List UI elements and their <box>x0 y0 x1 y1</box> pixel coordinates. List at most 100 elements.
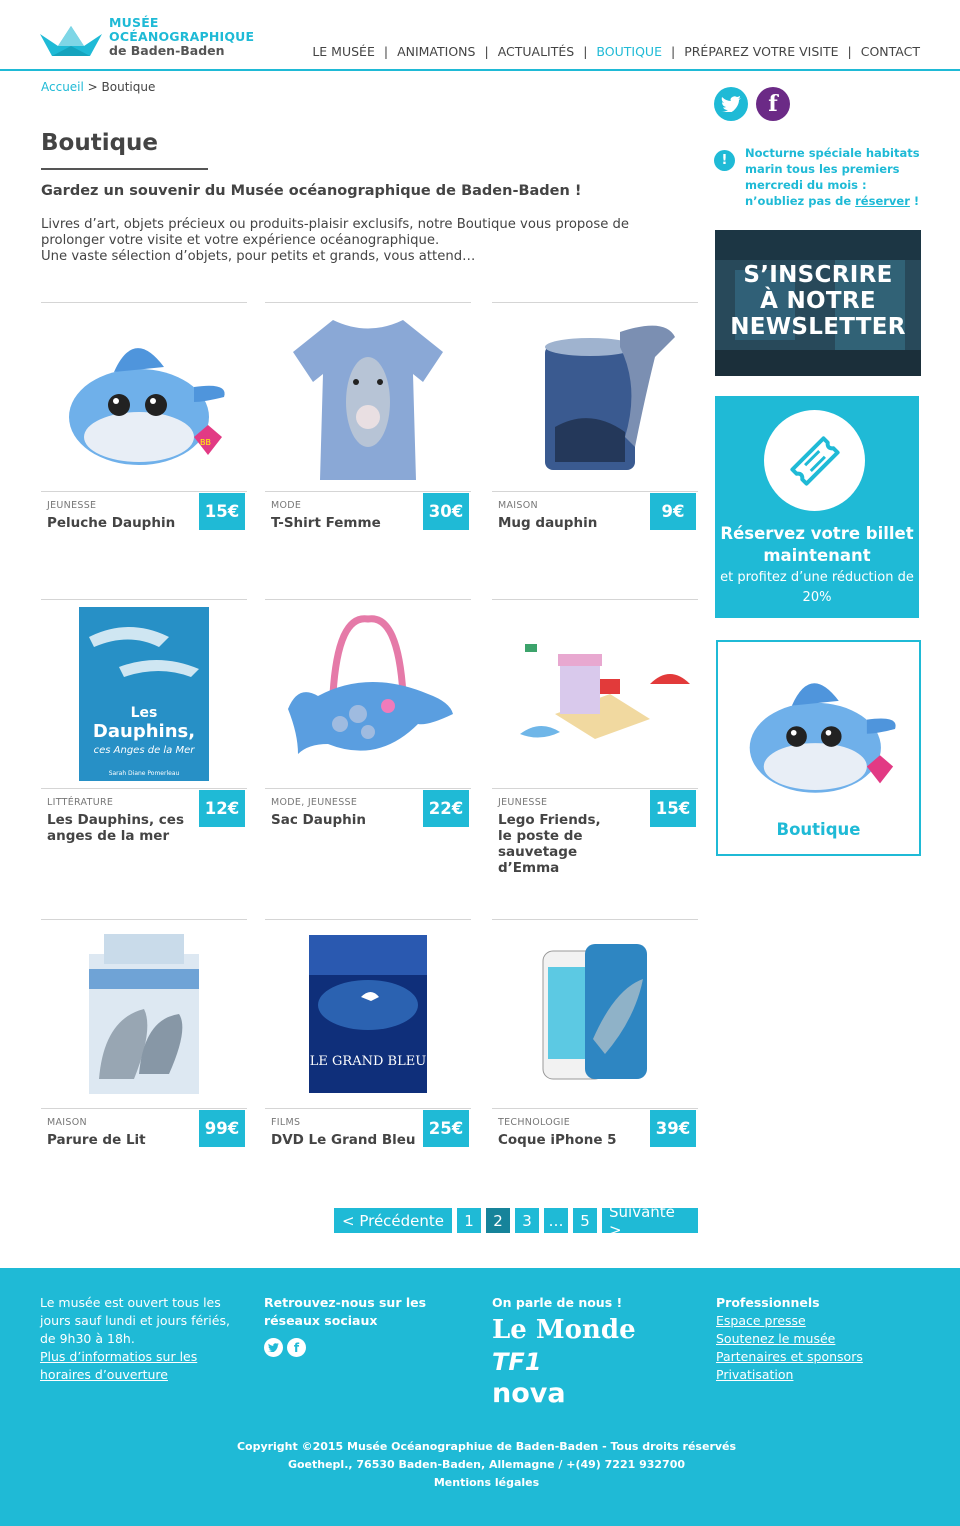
logo-line-1: MUSÉE <box>109 15 159 30</box>
pagination-page-5[interactable]: 5 <box>573 1208 597 1233</box>
pagination-prev-button[interactable]: < Précédente <box>334 1208 452 1233</box>
pro-link-partenaires[interactable]: Partenaires et sponsors <box>716 1348 916 1366</box>
product-card[interactable]: LE GRAND BLEU FILMS DVD Le Grand Bleu 25… <box>265 919 471 1159</box>
book-title-line: Les <box>131 705 158 721</box>
legal-link[interactable]: Mentions légales <box>0 1474 960 1492</box>
product-price: 99€ <box>199 1110 245 1147</box>
product-image-lego-set[interactable] <box>492 601 698 787</box>
product-name[interactable]: Les Dauphins, ces anges de la mer <box>47 812 197 844</box>
product-card[interactable]: MAISON Parure de Lit 99€ <box>41 919 247 1159</box>
product-info: MAISON Parure de Lit 99€ <box>41 1108 247 1148</box>
hours-link[interactable]: Plus d’informatios sur les horaires d’ou… <box>40 1348 240 1384</box>
breadcrumb-home-link[interactable]: Accueil <box>41 80 84 94</box>
social-links: f <box>714 87 790 121</box>
product-image-dolphin-mug[interactable] <box>492 304 698 490</box>
product-image-plush-dolphin[interactable]: BB <box>41 304 247 490</box>
product-name[interactable]: Mug dauphin <box>498 515 648 531</box>
twitter-icon[interactable] <box>264 1338 283 1357</box>
product-name[interactable]: Lego Friends, le poste de sauvetage d’Em… <box>498 812 658 876</box>
pro-link-espace-presse[interactable]: Espace presse <box>716 1312 916 1330</box>
nav-item-le-musee[interactable]: LE MUSÉE <box>312 44 375 59</box>
address-text: Goethepl., 76530 Baden-Baden, Allemagne … <box>287 1458 686 1471</box>
product-category: MODE <box>271 500 302 511</box>
site-footer: Le musée est ouvert tous les jours sauf … <box>0 1268 960 1526</box>
product-info: FILMS DVD Le Grand Bleu 25€ <box>265 1108 471 1148</box>
logo-line-3: de Baden-Baden <box>109 43 225 58</box>
product-card[interactable]: TECHNOLOGIE Coque iPhone 5 39€ <box>492 919 698 1159</box>
boutique-promo[interactable]: Boutique <box>716 640 921 856</box>
pagination-page-1[interactable]: 1 <box>457 1208 481 1233</box>
product-image-dolphin-book[interactable]: Les Dauphins, ces Anges de la Mer Sarah … <box>41 601 247 787</box>
product-card[interactable]: MAISON Mug dauphin 9€ <box>492 302 698 542</box>
product-price: 25€ <box>423 1110 469 1147</box>
pagination-page-2[interactable]: 2 <box>486 1208 510 1233</box>
nav-item-actualites[interactable]: ACTUALITÉS <box>498 44 575 59</box>
product-image-bed-linen[interactable] <box>41 921 247 1107</box>
product-name[interactable]: Coque iPhone 5 <box>498 1132 648 1148</box>
pagination-next-button[interactable]: Suivante > <box>602 1203 698 1239</box>
product-image-dolphin-tshirt[interactable] <box>265 304 471 490</box>
product-name[interactable]: T-Shirt Femme <box>271 515 421 531</box>
pro-link-soutenez[interactable]: Soutenez le musée <box>716 1330 916 1348</box>
product-price: 22€ <box>423 790 469 827</box>
paper-boat-icon <box>40 26 102 56</box>
notice-suffix: ! <box>909 194 920 208</box>
product-price: 15€ <box>650 790 696 827</box>
newsletter-line: S’INSCRIRE <box>743 262 893 288</box>
facebook-icon[interactable]: f <box>287 1338 306 1357</box>
nav-separator: | <box>670 44 676 59</box>
pagination-page-3[interactable]: 3 <box>515 1208 539 1233</box>
pro-link-privatisation[interactable]: Privatisation <box>716 1366 916 1384</box>
product-info: LITTÉRATURE Les Dauphins, ces anges de l… <box>41 788 247 844</box>
product-category: FILMS <box>271 1117 301 1128</box>
product-category: MAISON <box>47 1117 87 1128</box>
nav-item-preparez-votre-visite[interactable]: PRÉPAREZ VOTRE VISITE <box>684 44 838 59</box>
footer-social-title: Retrouvez-nous sur les réseaux sociaux <box>264 1295 427 1328</box>
newsletter-signup-banner[interactable]: S’INSCRIRE À NOTRE NEWSLETTER <box>715 230 921 376</box>
product-name[interactable]: Peluche Dauphin <box>47 515 197 531</box>
site-header: MUSÉE OCÉANOGRAPHIQUE de Baden-Baden LE … <box>0 0 960 71</box>
product-price: 9€ <box>650 493 696 530</box>
page-subtitle: Gardez un souvenir du Musée océanographi… <box>41 183 582 199</box>
le-monde-logo: Le Monde <box>492 1315 636 1345</box>
nav-separator: | <box>847 44 852 59</box>
reserve-link[interactable]: réserver <box>855 194 910 208</box>
book-ticket-banner[interactable]: Réservez votre billet maintenant et prof… <box>715 396 919 618</box>
ticket-icon <box>789 435 840 486</box>
product-image-dvd-grand-bleu[interactable]: LE GRAND BLEU <box>265 921 471 1107</box>
product-image-iphone-case[interactable] <box>492 921 698 1107</box>
product-name[interactable]: Parure de Lit <box>47 1132 197 1148</box>
twitter-icon[interactable] <box>714 87 748 121</box>
nav-item-animations[interactable]: ANIMATIONS <box>397 44 475 59</box>
product-card[interactable]: Les Dauphins, ces Anges de la Mer Sarah … <box>41 599 247 859</box>
footer-press: On parle de nous ! Le Monde TF1 nova <box>492 1294 692 1410</box>
breadcrumb-current: Boutique <box>101 80 156 94</box>
product-card[interactable]: JEUNESSE Lego Friends, le poste de sauve… <box>492 599 698 876</box>
product-card[interactable]: MODE T-Shirt Femme 30€ <box>265 302 471 542</box>
product-card[interactable]: BB JEUNESSE Peluche Dauphin 15€ <box>41 302 247 542</box>
title-underline <box>41 168 208 170</box>
product-image-dolphin-bag[interactable] <box>265 601 471 787</box>
product-card[interactable]: MODE, JEUNESSE Sac Dauphin 22€ <box>265 599 471 859</box>
nav-item-boutique[interactable]: BOUTIQUE <box>596 44 662 59</box>
product-name[interactable]: DVD Le Grand Bleu <box>271 1132 421 1148</box>
nav-separator: | <box>583 44 588 59</box>
tf1-logo: TF1 <box>492 1348 542 1376</box>
footer-social: Retrouvez-nous sur les réseaux sociaux f <box>264 1294 474 1357</box>
museum-logo[interactable]: MUSÉE OCÉANOGRAPHIQUE de Baden-Baden <box>40 16 260 64</box>
pro-title: Professionnels <box>716 1295 820 1310</box>
breadcrumb: Accueil > Boutique <box>41 80 155 94</box>
nova-logo: nova <box>492 1378 566 1409</box>
page-title: Boutique <box>41 130 159 156</box>
press-title: On parle de nous ! <box>492 1295 623 1310</box>
nav-item-contact[interactable]: CONTACT <box>861 44 920 59</box>
product-name[interactable]: Sac Dauphin <box>271 812 421 828</box>
intro-line: prolonger votre visite et votre expérien… <box>41 233 440 248</box>
product-price: 12€ <box>199 790 245 827</box>
newsletter-line: NEWSLETTER <box>730 314 906 340</box>
footer-hours: Le musée est ouvert tous les jours sauf … <box>40 1294 240 1384</box>
book-title-line: ces Anges de la Mer <box>94 745 196 756</box>
facebook-icon[interactable]: f <box>756 87 790 121</box>
newsletter-text: S’INSCRIRE À NOTRE NEWSLETTER <box>715 262 921 340</box>
breadcrumb-separator: > <box>83 80 102 94</box>
